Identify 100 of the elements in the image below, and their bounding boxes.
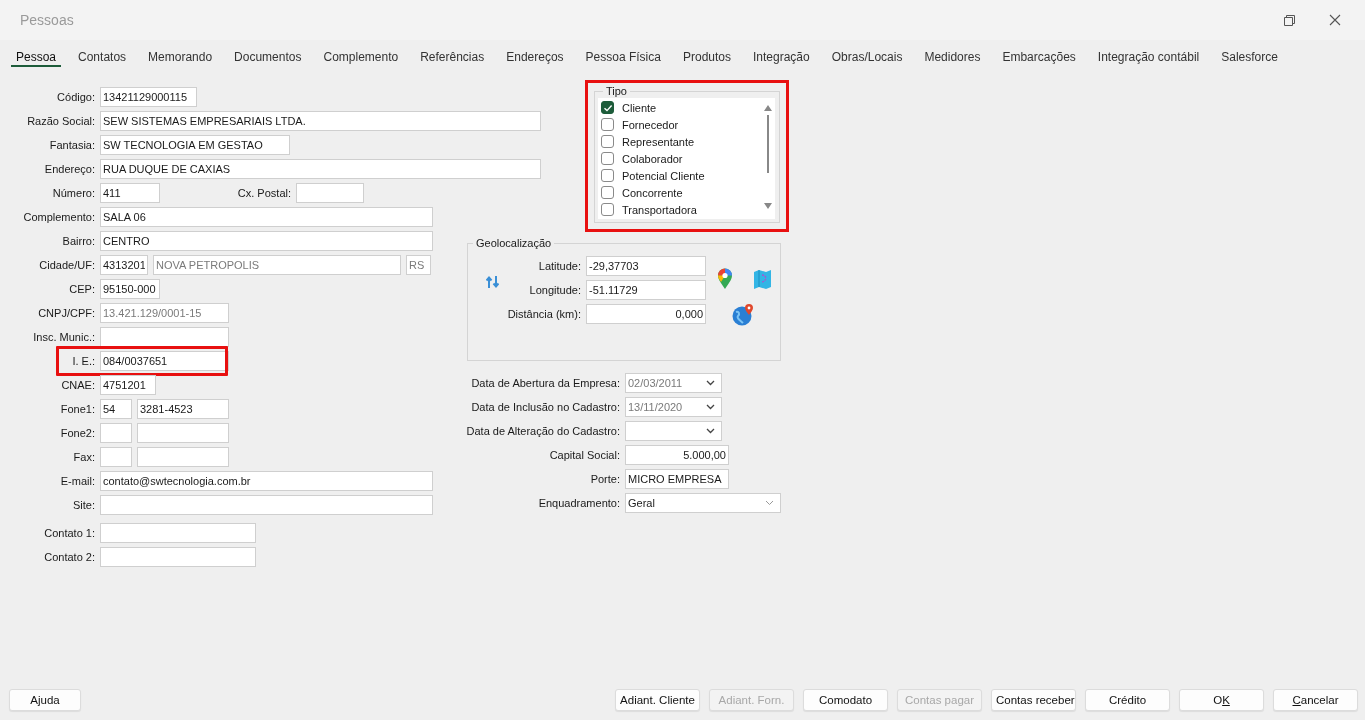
chevron-down-icon [706,428,715,434]
field-label: Longitude: [529,284,581,296]
tab[interactable]: Documentos [229,50,307,65]
input-field[interactable]: 95150-000 [100,279,160,299]
close-icon[interactable] [1329,14,1341,26]
window-title: Pessoas [20,12,74,28]
input-field[interactable]: 411 [100,183,160,203]
map-pin-icon[interactable] [717,268,733,290]
tab[interactable]: Produtos [677,50,736,65]
input-field[interactable]: MICRO EMPRESA [625,469,729,489]
action-button[interactable]: Adiant. Cliente [615,689,700,711]
input-field[interactable]: 13421129000115 [100,87,197,107]
input-field[interactable] [296,183,364,203]
input-field[interactable]: -29,37703 [586,256,706,276]
field-label: Capital Social: [548,449,620,461]
help-button[interactable]: Ajuda [9,689,81,711]
tab[interactable]: Endereços [501,50,569,65]
tab[interactable]: Salesforce [1216,50,1283,65]
action-button[interactable]: Cancelar [1273,689,1358,711]
tab[interactable]: Embarcações [997,50,1081,65]
tab[interactable]: Referências [415,50,490,65]
chevron-down-icon [765,500,774,506]
input-field[interactable] [100,523,256,543]
field-label: Latitude: [538,260,581,272]
restore-icon[interactable] [1284,14,1295,26]
tab[interactable]: Obras/Locais [826,50,908,65]
input-field[interactable]: 084/0037651 [100,351,229,371]
action-button[interactable]: OK [1179,689,1264,711]
tab[interactable]: Pessoa [11,50,62,67]
checkbox-label: Representante [622,135,695,148]
input-field[interactable]: SALA 06 [100,207,433,227]
tab[interactable]: Complemento [318,50,404,65]
input-field[interactable]: SW TECNOLOGIA EM GESTAO [100,135,290,155]
group-title: Geolocalização [475,236,553,250]
checkbox[interactable] [601,101,614,114]
input-field[interactable] [100,447,132,467]
action-button[interactable]: Contas receber [991,689,1076,711]
field-label: Endereço: [43,163,95,175]
input-field[interactable]: contato@swtecnologia.com.br [100,471,433,491]
chevron-down-icon [706,404,715,410]
tab[interactable]: Contatos [73,50,132,65]
field-label: Data de Alteração do Cadastro: [465,425,620,437]
input-field[interactable]: 5.000,00 [625,445,729,465]
input-field[interactable]: 54 [100,399,132,419]
input-field[interactable]: 0,000 [586,304,706,324]
input-field[interactable] [100,547,256,567]
checkbox-label: Potencial Cliente [622,169,705,182]
input-field[interactable]: 4313201 [100,255,148,275]
field-label: I. E.: [71,355,95,367]
field-label: Data de Abertura da Empresa: [470,377,620,389]
tab[interactable]: Memorando [143,50,218,65]
field-label: Bairro: [61,235,95,247]
input-field[interactable]: RUA DUQUE DE CAXIAS [100,159,541,179]
checkbox-label: Colaborador [622,152,683,165]
field-label: Cidade/UF: [38,259,95,271]
field-label: Fone2: [59,427,95,439]
field-label: CNPJ/CPF: [37,307,95,319]
checkbox[interactable] [601,203,614,216]
checkbox[interactable] [601,169,614,182]
input-field[interactable] [100,423,132,443]
field-label: Site: [72,499,95,511]
input-field[interactable] [137,423,229,443]
field-label: Fax: [72,451,95,463]
tab[interactable]: Pessoa Física [580,50,666,65]
field-label: Fone1: [59,403,95,415]
checkbox[interactable] [601,135,614,148]
input-field[interactable]: CENTRO [100,231,433,251]
field-label: CNAE: [60,379,95,391]
checkbox[interactable] [601,118,614,131]
swap-arrows-icon[interactable] [486,275,499,289]
checkbox[interactable] [601,152,614,165]
field-label: Enquadramento: [537,497,620,509]
field-label: E-mail: [59,475,95,487]
action-button[interactable]: Crédito [1085,689,1170,711]
input-field[interactable]: 3281-4523 [137,399,229,419]
tab[interactable]: Integração [748,50,815,65]
checkbox-label: Transportadora [622,203,697,216]
field-label: Número: [51,187,95,199]
field-label: CEP: [68,283,95,295]
field-label: Contato 1: [43,527,95,539]
field-label: Porte: [589,473,620,485]
checkbox-label: Cliente [622,101,657,114]
field-label: Fantasia: [48,139,95,151]
input-field[interactable]: 4751201 [100,375,156,395]
input-field[interactable] [100,495,433,515]
action-button[interactable]: Comodato [803,689,888,711]
dropdown[interactable]: Geral [625,493,781,513]
field-label: Distância (km): [507,308,581,320]
field-label: Insc. Munic.: [32,331,95,343]
map-icon[interactable] [753,268,772,290]
field-label: Código: [56,91,95,103]
field-label: Cx. Postal: [236,187,291,199]
tab[interactable]: Medidores [919,50,986,65]
input-field[interactable]: -51.11729 [586,280,706,300]
input-field[interactable] [137,447,229,467]
checkbox[interactable] [601,186,614,199]
input-field[interactable] [100,327,229,347]
tab[interactable]: Integração contábil [1092,50,1205,65]
globe-pin-icon[interactable] [732,304,755,326]
input-field[interactable]: SEW SISTEMAS EMPRESARIAIS LTDA. [100,111,541,131]
